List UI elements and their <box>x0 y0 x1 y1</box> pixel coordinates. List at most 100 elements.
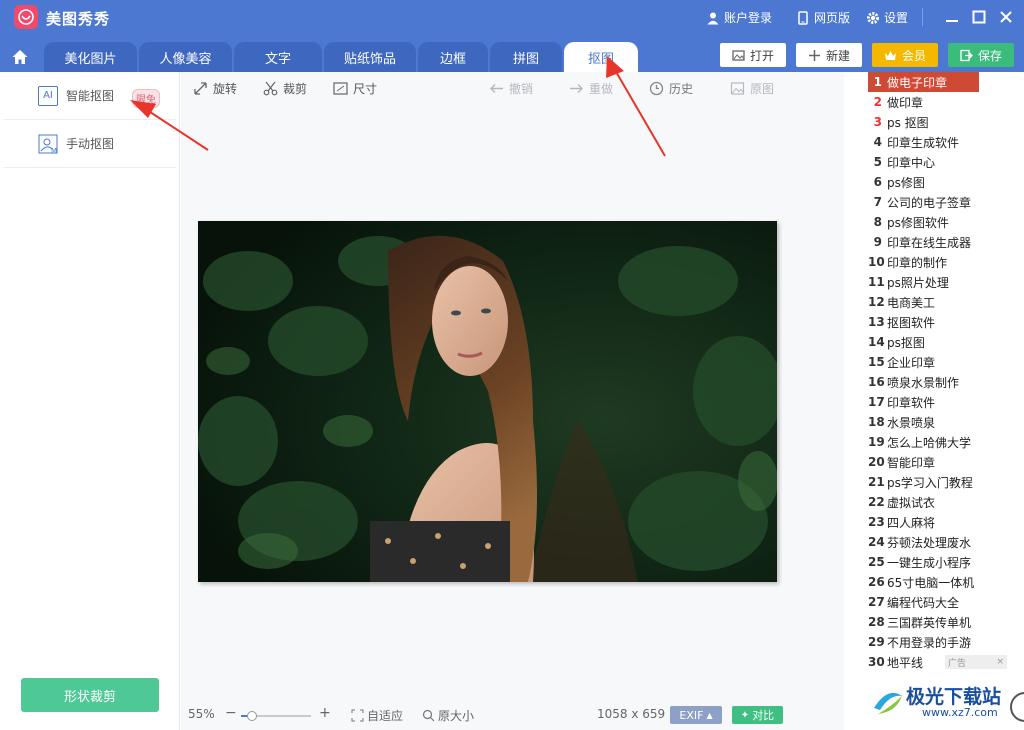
ranking-item[interactable]: 24 芬顿法处理废水 <box>868 532 1023 552</box>
watermark-title: 极光下载站 <box>906 686 1002 708</box>
ranking-item[interactable]: 26 65寸电脑一体机 <box>868 572 1023 592</box>
maximize-button[interactable] <box>970 8 988 26</box>
ranking-item[interactable]: 16 喷泉水景制作 <box>868 372 1023 392</box>
redo-button[interactable]: 重做 <box>569 80 613 97</box>
ranking-label: 电商美工 <box>887 295 936 310</box>
tab-portrait[interactable]: 人像美容 <box>139 42 232 72</box>
sparkle-icon: ✦ <box>740 709 750 721</box>
ranking-item[interactable]: 23 四人麻将 <box>868 512 1023 532</box>
ranking-item[interactable]: 5 印章中心 <box>868 152 1023 172</box>
tab-text[interactable]: 文字 <box>234 42 322 72</box>
ranking-label: 怎么上哈佛大学 <box>887 435 972 450</box>
crop-tool[interactable]: 裁剪 <box>263 80 307 97</box>
ranking-item[interactable]: 21 ps学习入门教程 <box>868 472 1023 492</box>
ranking-label: 芬顿法处理废水 <box>887 535 972 550</box>
ranking-item[interactable]: 4 印章生成软件 <box>868 132 1023 152</box>
ranking-item[interactable]: 2 做印章 <box>868 92 1023 112</box>
ranking-item[interactable]: 28 三国群英传单机 <box>868 612 1023 632</box>
manual-cutout-item[interactable]: M 手动抠图 <box>4 120 176 168</box>
close-icon <box>1000 11 1012 23</box>
tab-frames[interactable]: 边框 <box>418 42 488 72</box>
ranking-number: 5 <box>873 155 882 169</box>
account-login-button[interactable]: 账户登录 <box>706 9 772 26</box>
ranking-number: 26 <box>868 575 885 589</box>
ranking-item[interactable]: 25 一键生成小程序 <box>868 552 1023 572</box>
zoom-slider-handle[interactable] <box>246 711 257 721</box>
original-button[interactable]: 原图 <box>730 80 774 97</box>
zoom-in-button[interactable]: + <box>319 705 331 721</box>
ranking-label: ps修图 <box>887 175 925 190</box>
ad-tag: 广告 × <box>945 655 1007 669</box>
vip-button[interactable]: 会员 <box>872 43 938 67</box>
crown-icon <box>884 50 896 60</box>
ranking-item[interactable]: 19 怎么上哈佛大学 <box>868 432 1023 452</box>
watermark-url: www.xz7.com <box>922 706 998 719</box>
ranking-number: 12 <box>868 295 885 309</box>
ranking-item[interactable]: 6 ps修图 <box>868 172 1023 192</box>
ranking-label: 65寸电脑一体机 <box>887 575 975 590</box>
ranking-number: 14 <box>868 335 885 349</box>
zoom-out-button[interactable]: − <box>225 705 237 721</box>
free-badge: 限免 <box>132 89 160 108</box>
rotate-tool[interactable]: 旋转 <box>193 80 237 97</box>
actual-size-label: 原大小 <box>438 709 475 723</box>
ranking-item[interactable]: 12 电商美工 <box>868 292 1023 312</box>
open-button[interactable]: 打开 <box>720 43 786 67</box>
ranking-number: 8 <box>873 215 882 229</box>
ranking-item[interactable]: 1 做电子印章 <box>868 72 979 92</box>
ranking-item[interactable]: 20 智能印章 <box>868 452 1023 472</box>
ranking-number: 7 <box>873 195 882 209</box>
shape-crop-button[interactable]: 形状裁剪 <box>21 678 159 712</box>
ranking-number: 16 <box>868 375 885 389</box>
ranking-item[interactable]: 3 ps 抠图 <box>868 112 1023 132</box>
ad-close-button[interactable]: × <box>996 657 1004 667</box>
ranking-item[interactable]: 14 ps抠图 <box>868 332 1023 352</box>
smart-cutout-item[interactable]: AI 智能抠图 限免 <box>4 72 176 120</box>
ranking-item[interactable]: 17 印章软件 <box>868 392 1023 412</box>
tab-beautify[interactable]: 美化图片 <box>44 42 137 72</box>
image-icon <box>732 49 745 61</box>
history-button[interactable]: 历史 <box>649 80 693 97</box>
settings-button[interactable]: 设置 <box>866 9 908 26</box>
ranking-label: 地平线 <box>887 655 924 670</box>
ranking-item[interactable]: 10 印章的制作 <box>868 252 1023 272</box>
actual-size-button[interactable]: 原大小 <box>422 707 474 724</box>
ranking-label: 智能印章 <box>887 455 936 470</box>
ranking-item[interactable]: 22 虚拟试衣 <box>868 492 1023 512</box>
ranking-item[interactable]: 18 水景喷泉 <box>868 412 1023 432</box>
open-label: 打开 <box>749 48 774 63</box>
ranking-item[interactable]: 29 不用登录的手游 <box>868 632 1023 652</box>
new-label: 新建 <box>825 48 850 63</box>
ranking-item[interactable]: 11 ps照片处理 <box>868 272 1023 292</box>
divider <box>922 8 923 26</box>
ranking-item[interactable]: 7 公司的电子签章 <box>868 192 1023 212</box>
ranking-item[interactable]: 8 ps修图软件 <box>868 212 1023 232</box>
ranking-label: ps学习入门教程 <box>887 475 973 490</box>
ranking-label: 做印章 <box>887 95 924 110</box>
ranking-label: ps 抠图 <box>887 115 929 130</box>
ranking-item[interactable]: 9 印章在线生成器 <box>868 232 1023 252</box>
ranking-item[interactable]: 13 抠图软件 <box>868 312 1023 332</box>
minimize-button[interactable] <box>943 8 961 26</box>
ranking-item[interactable]: 15 企业印章 <box>868 352 1023 372</box>
home-tab[interactable] <box>0 42 40 72</box>
ranking-number: 10 <box>868 255 885 269</box>
tab-cutout[interactable]: 抠图 <box>564 42 638 72</box>
save-button[interactable]: 保存 <box>948 43 1014 67</box>
ranking-number: 1 <box>873 75 882 89</box>
close-button[interactable] <box>997 8 1015 26</box>
ranking-number: 4 <box>873 135 882 149</box>
exif-button[interactable]: EXIF ▲ <box>670 706 722 724</box>
web-version-button[interactable]: 网页版 <box>796 9 850 26</box>
compare-button[interactable]: ✦ 对比 <box>732 706 783 724</box>
new-button[interactable]: 新建 <box>796 43 862 67</box>
cutout-tools-panel: AI 智能抠图 限免 M 手动抠图 形状裁剪 <box>0 72 180 730</box>
ranking-item[interactable]: 27 编程代码大全 <box>868 592 1023 612</box>
size-tool[interactable]: 尺寸 <box>333 80 377 97</box>
fit-button[interactable]: 自适应 <box>351 707 403 724</box>
tab-collage[interactable]: 拼图 <box>490 42 562 72</box>
undo-button[interactable]: 撤销 <box>489 80 533 97</box>
assistant-float-icon[interactable] <box>1010 692 1024 722</box>
tab-stickers[interactable]: 贴纸饰品 <box>324 42 416 72</box>
zoom-slider[interactable] <box>241 711 311 721</box>
